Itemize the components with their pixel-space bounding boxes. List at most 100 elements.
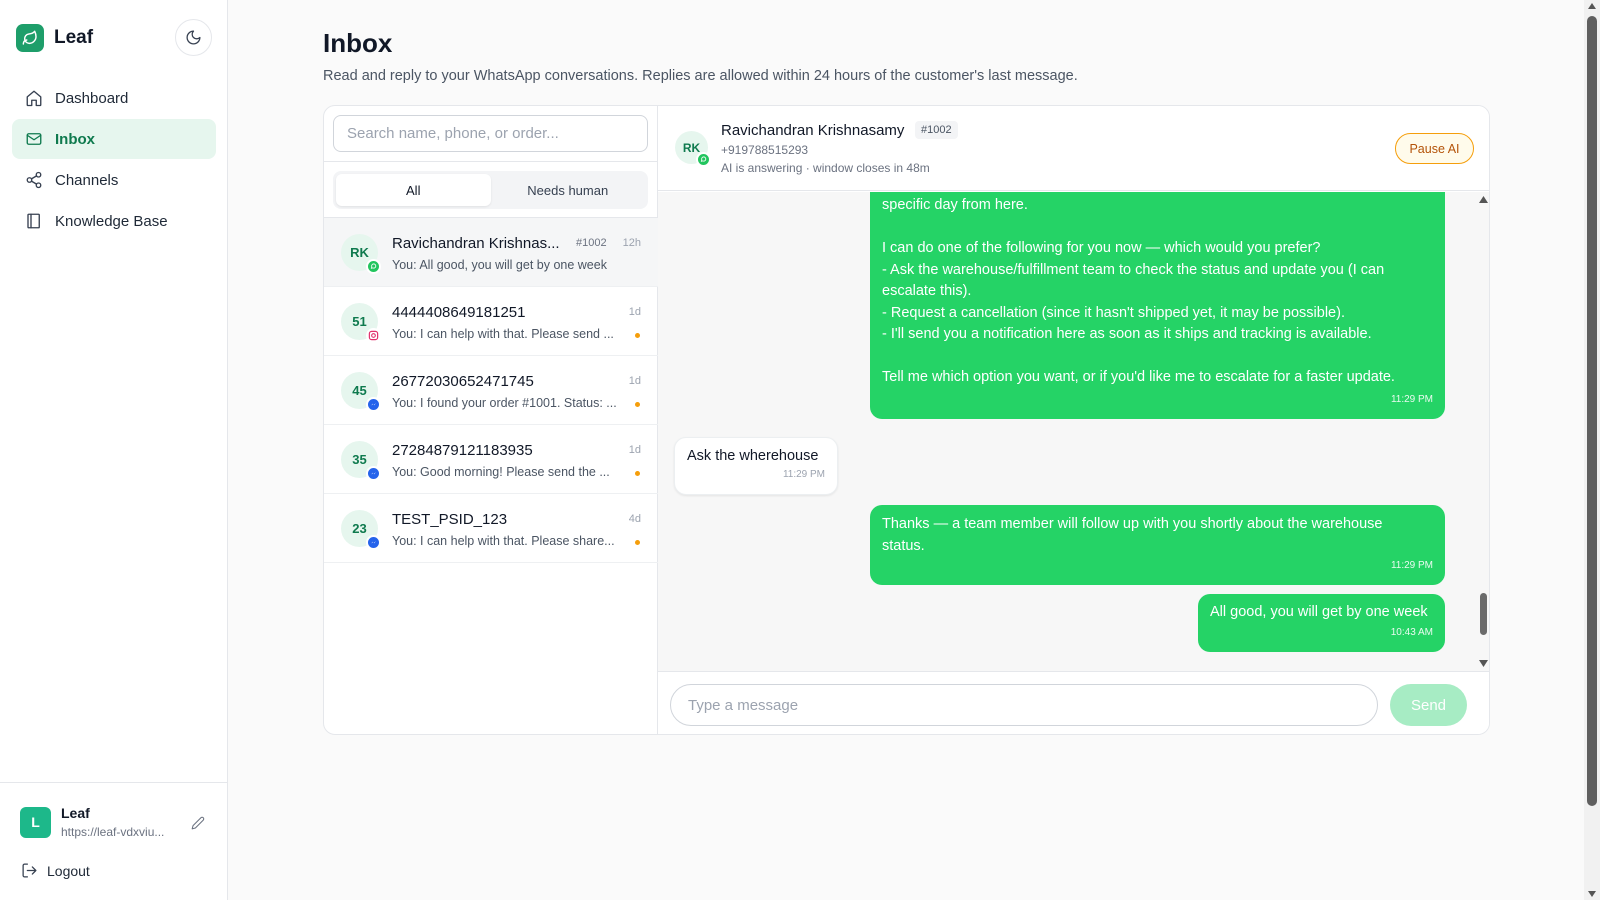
conversation-name: Ravichandran Krishnas...	[392, 235, 560, 252]
unread-dot	[635, 402, 640, 407]
conversation-item[interactable]: RK Ravichandran Krishnas... #1002 12h Yo…	[324, 218, 658, 287]
avatar-initials: RK	[682, 140, 701, 155]
messenger-icon	[366, 466, 381, 481]
window-scrollbar-thumb[interactable]	[1587, 16, 1597, 806]
nav-item-inbox[interactable]: Inbox	[12, 119, 216, 159]
filter-tabs: All Needs human	[333, 171, 648, 209]
nav-item-label: Dashboard	[55, 89, 129, 107]
chat-header: RK Ravichandran Krishnasamy #1002 +91978…	[658, 106, 1489, 191]
scroll-down-arrow-icon[interactable]	[1479, 660, 1488, 667]
brand-name: Leaf	[54, 27, 94, 48]
avatar: 45	[341, 372, 381, 412]
nav-item-label: Channels	[55, 171, 119, 189]
contact-name: Ravichandran Krishnasamy	[721, 122, 905, 139]
conversation-preview: You: Good morning! Please send the ...	[392, 465, 610, 479]
whatsapp-icon	[366, 259, 381, 274]
avatar-initials: 51	[352, 314, 367, 329]
conversation-preview: You: All good, you will get by one week	[392, 258, 607, 272]
message-text: Thanks — a team member will follow up wi…	[882, 516, 1383, 532]
conversation-name: 4444408649181251	[392, 304, 526, 321]
inbox-icon	[26, 133, 42, 145]
avatar-initials: RK	[350, 245, 369, 260]
message-text: - Request a cancellation (since it hasn'…	[882, 304, 1345, 321]
home-icon	[26, 90, 42, 107]
book-icon	[27, 213, 40, 229]
scroll-up-arrow-icon[interactable]	[1588, 3, 1596, 9]
message-time: 10:43 AM	[1390, 626, 1433, 638]
avatar: 35	[341, 441, 381, 481]
message-time: 11:29 PM	[1390, 393, 1433, 405]
nav-item-channels[interactable]: Channels	[12, 160, 216, 200]
conversation-item[interactable]: 45 26772030652471745 1d You: I found you…	[324, 356, 658, 425]
message-text: - I'll send you a notification here as s…	[882, 326, 1372, 342]
conversation-time: 4d	[628, 513, 641, 525]
conversation-name: TEST_PSID_123	[392, 511, 508, 528]
avatar-initials: 35	[352, 452, 367, 467]
message-text	[882, 346, 1433, 368]
messenger-icon	[366, 535, 381, 550]
message-text: I can do one of the following for you no…	[882, 240, 1321, 256]
conversation-item[interactable]: 51 4444408649181251 1d You: I can help w…	[324, 287, 658, 356]
unread-dot	[635, 471, 640, 476]
scroll-down-arrow-icon[interactable]	[1588, 891, 1596, 897]
conversation-time: 12h	[622, 237, 641, 249]
tab-needs-human[interactable]: Needs human	[491, 174, 646, 206]
scroll-up-arrow-icon[interactable]	[1479, 196, 1488, 203]
search-input[interactable]	[333, 115, 648, 152]
tab-all[interactable]: All	[336, 174, 491, 206]
message-composer: Send	[658, 671, 1489, 734]
logout-button[interactable]: Logout	[21, 862, 90, 879]
nav-item-knowledge-base[interactable]: Knowledge Base	[12, 201, 216, 241]
page-title: Inbox	[323, 28, 393, 58]
avatar: RK	[341, 234, 381, 274]
avatar: 23	[341, 510, 381, 550]
pause-ai-button[interactable]: Pause AI	[1395, 133, 1474, 164]
message-bubble: All good, you will get by one week 10:43…	[1198, 594, 1445, 652]
message-text: status.	[882, 537, 925, 554]
avatar-initials: 45	[352, 383, 367, 398]
avatar-initials: 23	[352, 521, 367, 536]
conversation-time: 1d	[628, 306, 641, 318]
inbox-panel: All Needs human RK Ravichandran Krishnas…	[323, 105, 1490, 735]
conversation-item[interactable]: 23 TEST_PSID_123 4d You: I can help with…	[324, 494, 658, 563]
contact-phone: +919788515293	[721, 143, 809, 157]
conversation-time: 1d	[628, 375, 641, 387]
conversation-preview: You: I found your order #1001. Status: .…	[392, 396, 617, 410]
window-scrollbar[interactable]	[1584, 0, 1600, 900]
edit-account-button[interactable]	[191, 816, 205, 835]
conversation-list: All Needs human RK Ravichandran Krishnas…	[324, 106, 658, 734]
chat-pane: RK Ravichandran Krishnasamy #1002 +91978…	[658, 106, 1489, 734]
nav-item-label: Inbox	[55, 130, 95, 148]
sidebar: Leaf Dashboard Inbox Channels Knowledge …	[0, 0, 228, 900]
conversation-name: 26772030652471745	[392, 373, 534, 390]
brand[interactable]: Leaf	[16, 24, 93, 52]
nav-item-label: Knowledge Base	[55, 212, 168, 230]
message-scrollbar-thumb[interactable]	[1480, 593, 1487, 635]
message-bubble: specific day from here. I can do one of …	[870, 192, 1445, 419]
unread-dot	[635, 333, 640, 338]
message-text: All good, you will get by one week	[1210, 604, 1428, 620]
message-text: escalate this).	[882, 283, 972, 299]
message-text: Tell me which option you want, or if you…	[882, 369, 1395, 385]
conversation-name: 27284879121183935	[392, 442, 533, 459]
nav-item-dashboard[interactable]: Dashboard	[12, 78, 216, 118]
message-text: specific day from here.	[882, 197, 1028, 213]
send-button[interactable]: Send	[1390, 684, 1467, 726]
order-tag: #1002	[576, 237, 607, 249]
ai-status: AI is answering · window closes in 48m	[721, 161, 930, 175]
message-thread[interactable]: specific day from here. I can do one of …	[658, 192, 1489, 671]
unread-dot	[635, 540, 640, 545]
pencil-icon	[191, 816, 205, 830]
order-tag: #1002	[915, 121, 958, 139]
theme-toggle-button[interactable]	[175, 19, 212, 56]
logout-icon	[22, 863, 37, 878]
conversation-preview: You: I can help with that. Please send .…	[392, 327, 614, 341]
logout-label: Logout	[47, 862, 90, 879]
message-bubble: Ask the wherehouse 11:29 PM	[674, 437, 838, 495]
message-time: 11:29 PM	[1390, 559, 1433, 571]
message-text: - Ask the warehouse/fulfillment team to …	[882, 261, 1385, 278]
conversation-item[interactable]: 35 27284879121183935 1d You: Good mornin…	[324, 425, 658, 494]
message-input[interactable]	[670, 684, 1378, 726]
account-url: https://leaf-vdxviu...	[61, 825, 165, 839]
account-info: L Leaf https://leaf-vdxviu...	[20, 805, 164, 839]
